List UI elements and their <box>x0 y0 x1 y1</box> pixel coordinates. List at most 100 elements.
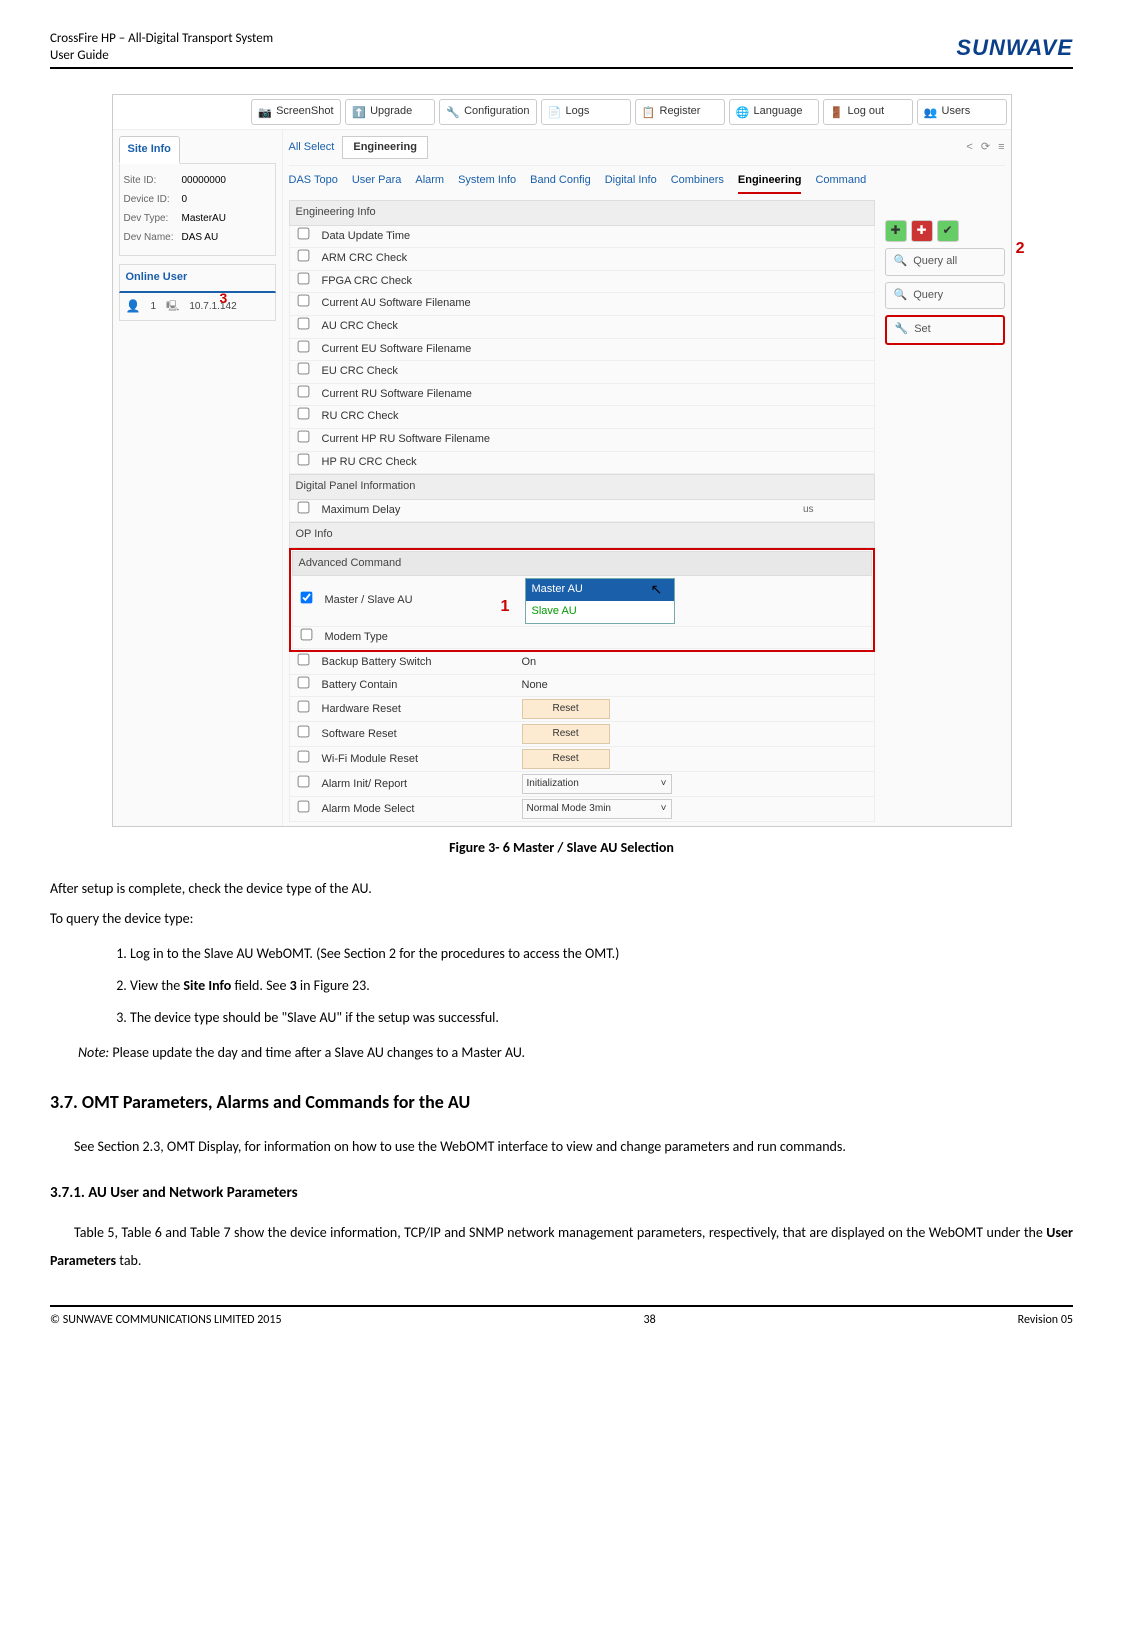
register-icon: 📋 <box>642 105 656 119</box>
max-delay-unit: us <box>518 500 874 520</box>
cb-hw-reset[interactable] <box>298 700 310 712</box>
doc-title: CrossFire HP – All-Digital Transport Sys… <box>50 31 273 48</box>
language-button[interactable]: 🌐Language <box>729 99 819 125</box>
users-button[interactable]: 👥Users <box>917 99 1007 125</box>
cb-master-slave[interactable] <box>301 592 313 604</box>
hw-reset-button[interactable]: Reset <box>522 699 610 719</box>
tab-alarm[interactable]: Alarm <box>415 172 444 194</box>
cb-sw-reset[interactable] <box>298 725 310 737</box>
set-label: Set <box>914 321 931 339</box>
upgrade-button[interactable]: ⬆️Upgrade <box>345 99 435 125</box>
user-icon: 👤 <box>126 297 141 316</box>
cb-cur-eu-sw[interactable] <box>298 340 310 352</box>
alarm-init-value: Initialization <box>527 776 579 792</box>
li2-bold-siteinfo: Site Info <box>183 977 231 994</box>
tab-das-topo[interactable]: DAS Topo <box>289 172 338 194</box>
master-slave-dropdown[interactable]: Master AU Slave AU ↖ <box>521 576 871 625</box>
query-all-button[interactable]: 🔍 Query all <box>885 248 1005 276</box>
tab-system-info[interactable]: System Info <box>458 172 516 194</box>
sw-reset-button[interactable]: Reset <box>522 724 610 744</box>
dev-name-value: DAS AU <box>182 230 219 246</box>
annotation-2: 2 <box>1016 236 1025 262</box>
site-info-tab[interactable]: Site Info <box>119 136 180 165</box>
logout-button[interactable]: 🚪Log out <box>823 99 913 125</box>
cb-max-delay[interactable] <box>298 501 310 513</box>
section-digital-panel: Digital Panel Information <box>289 474 875 500</box>
menu-icon[interactable]: ≡ <box>998 139 1004 157</box>
annotation-3: 3 <box>220 287 228 309</box>
users-label: Users <box>942 103 971 121</box>
cb-modem-type[interactable] <box>301 628 313 640</box>
cb-cur-hpru-sw[interactable] <box>298 431 310 443</box>
tab-digital-info[interactable]: Digital Info <box>605 172 657 194</box>
cb-wifi-reset[interactable] <box>298 750 310 762</box>
camera-icon: 📷 <box>258 105 272 119</box>
tab-command[interactable]: Command <box>815 172 866 194</box>
section-engineering-info: Engineering Info <box>289 200 875 226</box>
cb-eu-crc[interactable] <box>298 363 310 375</box>
query-button[interactable]: 🔍Query <box>885 282 1005 310</box>
cb-alarm-init[interactable] <box>298 775 310 787</box>
screenshot-label: ScreenShot <box>276 103 333 121</box>
register-button[interactable]: 📋Register <box>635 99 725 125</box>
query-all-label: Query all <box>913 253 957 271</box>
set-button[interactable]: 🔧Set <box>885 315 1005 345</box>
param-arm-crc: ARM CRC Check <box>318 248 518 270</box>
alarm-init-select[interactable]: Initialization˅ <box>522 774 672 794</box>
param-wifi-reset: Wi-Fi Module Reset <box>318 749 518 771</box>
cb-batt-contain[interactable] <box>298 676 310 688</box>
cb-backup-batt[interactable] <box>298 654 310 666</box>
param-modem-type: Modem Type <box>321 627 521 649</box>
dev-type-value: MasterAU <box>182 211 226 227</box>
logs-button[interactable]: 📄Logs <box>541 99 631 125</box>
param-au-crc: AU CRC Check <box>318 316 518 338</box>
engineering-top-tab[interactable]: Engineering <box>342 136 428 160</box>
configuration-button[interactable]: 🔧 Configuration <box>439 99 536 125</box>
share-icon[interactable]: < <box>966 139 972 157</box>
status-red-icon[interactable]: ✚ <box>911 220 933 242</box>
tab-band-config[interactable]: Band Config <box>530 172 591 194</box>
search-icon: 🔍 <box>894 253 908 271</box>
screenshot-button[interactable]: 📷 ScreenShot <box>251 99 341 125</box>
site-info-panel: Site ID:00000000 Device ID:0 Dev Type:Ma… <box>119 163 276 256</box>
logs-label: Logs <box>566 103 590 121</box>
cb-alarm-mode[interactable] <box>298 800 310 812</box>
tab-user-para[interactable]: User Para <box>352 172 402 194</box>
alarm-mode-select[interactable]: Normal Mode 3min˅ <box>522 799 672 819</box>
cb-arm-crc[interactable] <box>298 250 310 262</box>
p371-part-a: Table 5, Table 6 and Table 7 show the de… <box>74 1224 1046 1241</box>
cb-fpga-crc[interactable] <box>298 272 310 284</box>
cb-au-crc[interactable] <box>298 318 310 330</box>
nav-tabs: DAS Topo User Para Alarm System Info Ban… <box>289 166 1005 200</box>
tab-combiners[interactable]: Combiners <box>671 172 724 194</box>
param-alarm-init: Alarm Init/ Report <box>318 774 518 796</box>
figure-screenshot: 📷 ScreenShot ⬆️Upgrade 🔧 Configuration 📄Lo… <box>112 94 1012 827</box>
alarm-mode-value: Normal Mode 3min <box>527 801 611 817</box>
param-alarm-mode: Alarm Mode Select <box>318 799 518 821</box>
footer-left: © SUNWAVE COMMUNICATIONS LIMITED 2015 <box>50 1311 282 1330</box>
param-ru-crc: RU CRC Check <box>318 406 518 428</box>
online-user-header[interactable]: Online User <box>119 264 276 293</box>
param-cur-ru-sw: Current RU Software Filename <box>318 384 518 406</box>
cb-hpru-crc[interactable] <box>298 453 310 465</box>
cb-cur-ru-sw[interactable] <box>298 385 310 397</box>
wifi-reset-button[interactable]: Reset <box>522 749 610 769</box>
configuration-label: Configuration <box>464 103 529 121</box>
site-id-value: 00000000 <box>182 173 227 189</box>
left-pane: Site Info Site ID:00000000 Device ID:0 D… <box>113 130 283 827</box>
cb-data-update[interactable] <box>298 227 310 239</box>
param-hw-reset: Hardware Reset <box>318 699 518 721</box>
tab-engineering[interactable]: Engineering <box>738 172 802 194</box>
cb-cur-au-sw[interactable] <box>298 295 310 307</box>
status-green-icon[interactable]: ✚ <box>885 220 907 242</box>
status-check-icon[interactable]: ✔ <box>937 220 959 242</box>
toolbar: 📷 ScreenShot ⬆️Upgrade 🔧 Configuration 📄Lo… <box>113 95 1011 130</box>
refresh-icon[interactable]: ⟳ <box>981 139 990 157</box>
all-select-link[interactable]: All Select <box>289 139 335 157</box>
dd-slave-au[interactable]: Slave AU <box>526 601 674 623</box>
cb-ru-crc[interactable] <box>298 408 310 420</box>
gear-icon: 🔧 <box>446 105 460 119</box>
cursor-icon: ↖ <box>651 578 663 600</box>
ip-icon: 🖳 <box>166 299 179 315</box>
logo: SUNWAVE <box>956 30 1073 65</box>
